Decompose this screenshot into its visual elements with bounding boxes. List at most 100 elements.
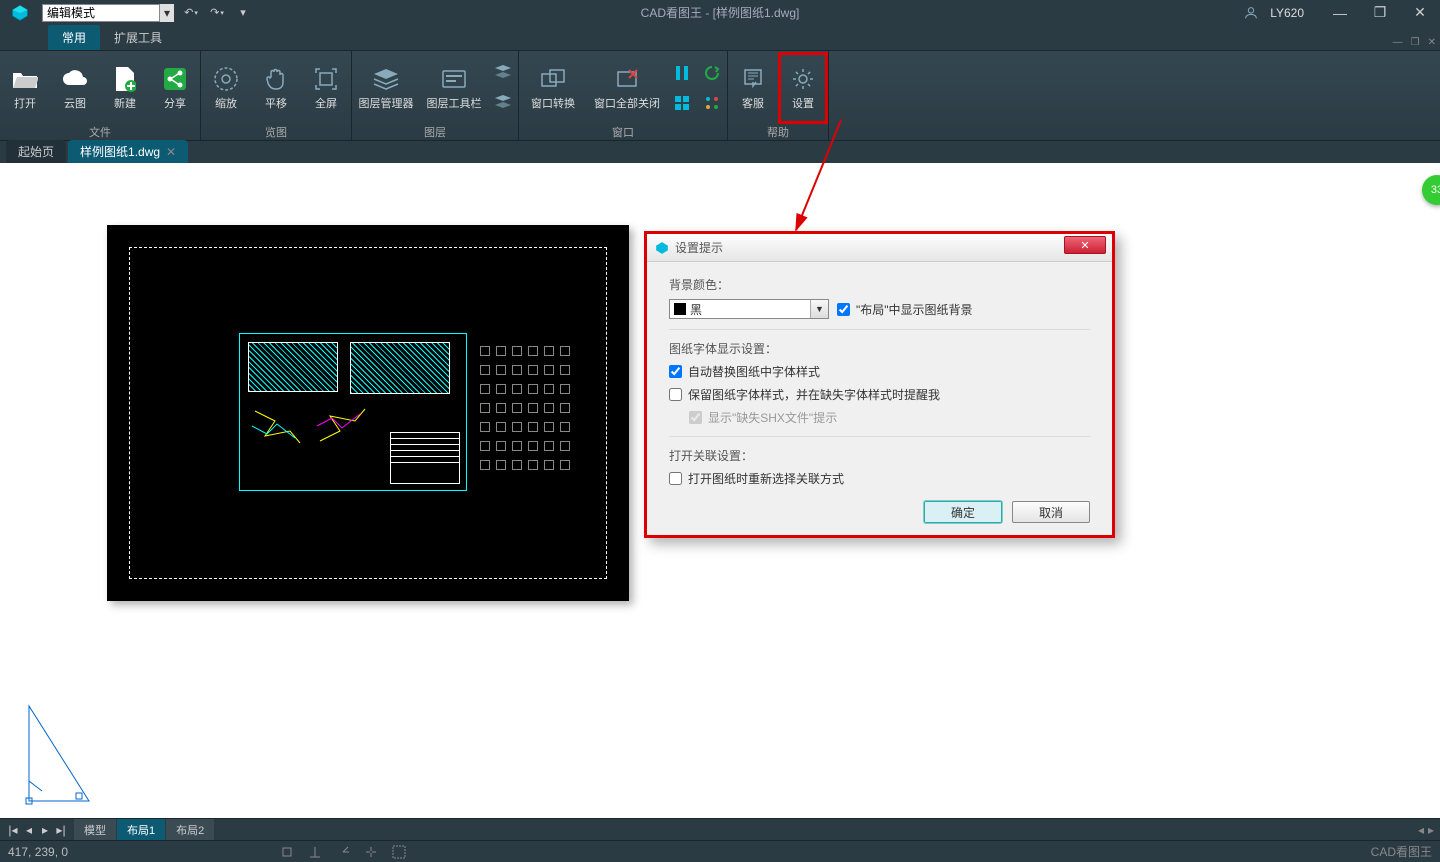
grid-icon xyxy=(668,89,696,117)
mdi-restore-icon[interactable]: ❐ xyxy=(1411,37,1420,48)
font-auto-input[interactable] xyxy=(669,365,682,378)
tab-extension-tools[interactable]: 扩展工具 xyxy=(100,25,176,50)
color-swatch-icon xyxy=(674,303,686,315)
maximize-button[interactable]: ❐ xyxy=(1360,0,1400,25)
close-button[interactable]: ✕ xyxy=(1400,0,1440,25)
font-auto-checkbox[interactable]: 自动替换图纸中字体样式 xyxy=(669,363,1090,380)
mdi-window-controls: — ❐ ✕ xyxy=(1393,37,1436,48)
dialog-titlebar[interactable]: 设置提示 ✕ xyxy=(647,234,1112,262)
layer-stack-icon2 xyxy=(489,89,517,117)
snap-tool-icon[interactable] xyxy=(278,843,296,861)
grid-tool-icon[interactable] xyxy=(390,843,408,861)
layout-tab-model[interactable]: 模型 xyxy=(74,819,116,841)
minimize-button[interactable]: — xyxy=(1320,0,1360,25)
layer-toolbar-button[interactable]: 图层工具栏 xyxy=(420,52,488,124)
symbol-grid xyxy=(477,343,587,493)
font-shx-input xyxy=(689,411,702,424)
layout-bg-checkbox[interactable]: "布局"中显示图纸背景 xyxy=(837,301,973,318)
cloud-button[interactable]: 云图 xyxy=(50,52,100,124)
pause-icon xyxy=(668,59,696,87)
app-logo[interactable] xyxy=(0,0,40,25)
layout-tab-layout2[interactable]: 布局2 xyxy=(166,819,214,841)
cancel-button[interactable]: 取消 xyxy=(1012,501,1090,523)
refresh-icon xyxy=(698,59,726,87)
ribbon-group-layer-label: 图层 xyxy=(352,124,518,140)
nav-prev-icon[interactable]: ◂ xyxy=(22,823,36,837)
share-button[interactable]: 分享 xyxy=(150,52,200,124)
layout-bg-input[interactable] xyxy=(837,303,850,316)
ortho-tool-icon[interactable] xyxy=(306,843,324,861)
hscroll[interactable]: ◂▸ xyxy=(215,823,1440,837)
layout-tab-layout1[interactable]: 布局1 xyxy=(117,819,165,841)
font-shx-checkbox: 显示"缺失SHX文件"提示 xyxy=(689,409,1090,426)
dialog-close-button[interactable]: ✕ xyxy=(1064,236,1106,254)
ribbon-group-view-label: 览图 xyxy=(201,124,351,140)
ribbon-group-view: 缩放 平移 全屏 览图 xyxy=(201,51,352,140)
layer-manager-icon xyxy=(372,65,400,93)
layer-stack-icon xyxy=(489,59,517,87)
nav-first-icon[interactable]: |◂ xyxy=(6,823,20,837)
redo-button[interactable]: ↷▾ xyxy=(206,4,228,22)
layout-tabs-bar: |◂ ◂ ▸ ▸| 模型 布局1 布局2 ◂▸ xyxy=(0,818,1440,840)
dialog-icon xyxy=(655,241,669,255)
ok-button[interactable]: 确定 xyxy=(924,501,1002,523)
open-button[interactable]: 打开 xyxy=(0,52,50,124)
layer-toolbar-icon xyxy=(440,65,468,93)
doctab-start[interactable]: 起始页 xyxy=(6,140,66,163)
window-close-all-icon xyxy=(613,65,641,93)
username[interactable]: LY620 xyxy=(1270,6,1304,20)
nav-next-icon[interactable]: ▸ xyxy=(38,823,52,837)
doctab-file[interactable]: 样例图纸1.dwg✕ xyxy=(68,140,188,163)
undo-button[interactable]: ↶▾ xyxy=(180,4,202,22)
close-icon[interactable]: ✕ xyxy=(166,145,176,159)
window-switch-button[interactable]: 窗口转换 xyxy=(519,52,587,124)
fullscreen-button[interactable]: 全屏 xyxy=(301,52,351,124)
document-tabs: 起始页 样例图纸1.dwg✕ xyxy=(0,141,1440,163)
cloud-icon xyxy=(61,65,89,93)
new-button[interactable]: 新建 xyxy=(100,52,150,124)
window-title: CAD看图王 - [样例图纸1.dwg] xyxy=(641,4,800,21)
ribbon-group-layer: 图层管理器 图层工具栏 图层 xyxy=(352,51,519,140)
mode-dropdown-icon[interactable]: ▾ xyxy=(160,4,174,22)
nav-last-icon[interactable]: ▸| xyxy=(54,823,68,837)
assoc-section-label: 打开关联设置： xyxy=(669,447,1090,464)
window-extra-buttons[interactable] xyxy=(667,52,697,124)
zoom-button[interactable]: 缩放 xyxy=(201,52,251,124)
service-headset-icon xyxy=(739,65,767,93)
font-keep-checkbox[interactable]: 保留图纸字体样式，并在缺失字体样式时提醒我 xyxy=(669,386,1090,403)
pan-button[interactable]: 平移 xyxy=(251,52,301,124)
ribbon-group-window: 窗口转换 窗口全部关闭 窗口 xyxy=(519,51,728,140)
paper-sheet xyxy=(107,225,629,601)
mdi-minimize-icon[interactable]: — xyxy=(1393,37,1403,48)
share-icon xyxy=(161,65,189,93)
window-close-all-button[interactable]: 窗口全部关闭 xyxy=(587,52,667,124)
font-keep-input[interactable] xyxy=(669,388,682,401)
ribbon: 打开 云图 新建 分享 文件 缩放 平移 xyxy=(0,51,1440,141)
status-brand: CAD看图王 xyxy=(1371,843,1432,860)
status-bar: 417, 239, 0 CAD看图王 xyxy=(0,840,1440,862)
user-icon[interactable] xyxy=(1236,0,1266,25)
settings-button[interactable]: 设置 xyxy=(778,52,828,124)
mode-select[interactable]: 编辑模式 xyxy=(42,4,160,22)
layer-manager-button[interactable]: 图层管理器 xyxy=(352,52,420,124)
mode-value: 编辑模式 xyxy=(47,4,95,21)
osnap-tool-icon[interactable] xyxy=(362,843,380,861)
mdi-close-icon[interactable]: ✕ xyxy=(1428,37,1436,48)
status-tools xyxy=(278,843,408,861)
assoc-input[interactable] xyxy=(669,472,682,485)
layer-extra-buttons[interactable] xyxy=(488,52,518,124)
assoc-checkbox[interactable]: 打开图纸时重新选择关联方式 xyxy=(669,470,1090,487)
qat-more[interactable]: ▾ xyxy=(232,4,254,22)
bg-color-select[interactable]: 黑 ▼ xyxy=(669,299,829,319)
coordinates: 417, 239, 0 xyxy=(8,845,68,859)
gear-icon xyxy=(789,65,817,93)
service-button[interactable]: 客服 xyxy=(728,52,778,124)
ribbon-group-file: 打开 云图 新建 分享 文件 xyxy=(0,51,201,140)
window-extra-buttons2[interactable] xyxy=(697,52,727,124)
dots-icon xyxy=(698,89,726,117)
polar-tool-icon[interactable] xyxy=(334,843,352,861)
tab-common[interactable]: 常用 xyxy=(48,25,100,50)
window-switch-icon xyxy=(539,65,567,93)
chevron-down-icon[interactable]: ▼ xyxy=(810,300,828,318)
annotation-arrow xyxy=(786,115,866,245)
